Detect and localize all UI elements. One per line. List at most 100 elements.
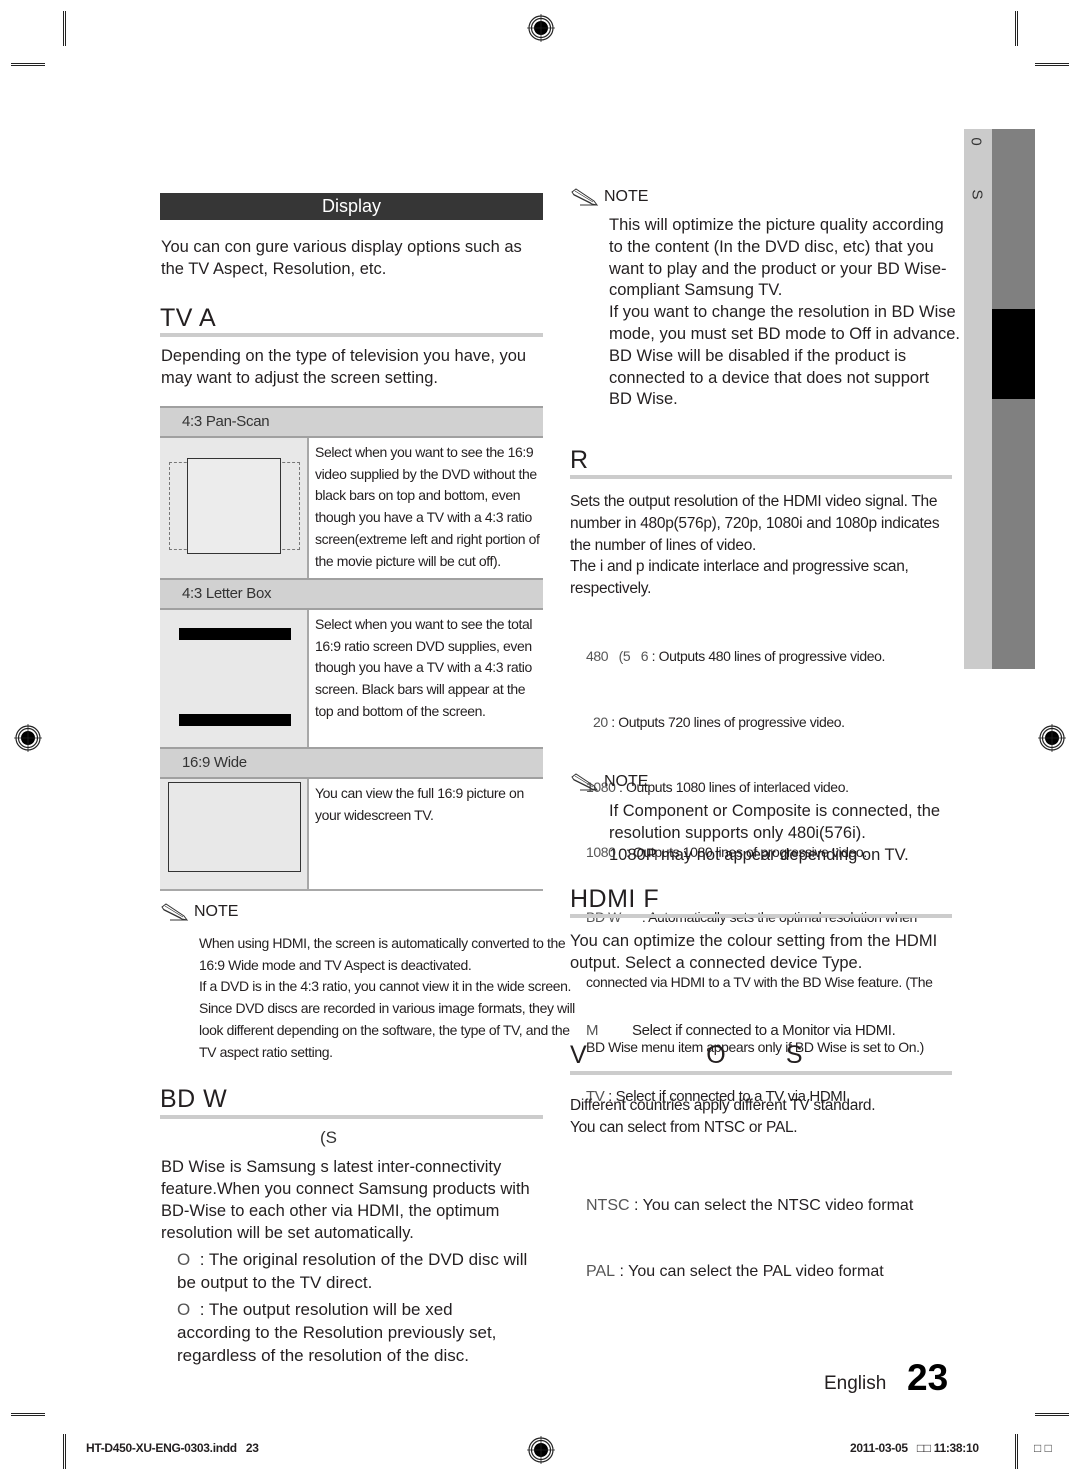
footer-timestamp: 2011-03-05 □□ 11:38:10 (850, 1441, 979, 1455)
resolution-option: 20 : Outputs 720 lines of progressive vi… (586, 712, 986, 734)
option-text: : You can select the NTSC video format (629, 1197, 914, 1214)
pencil-note-icon (571, 773, 599, 791)
page-language: English (824, 1373, 887, 1394)
text-line: resolution supports only 480i(576i). (609, 824, 866, 842)
crop-mark (11, 1413, 45, 1416)
text-line: black bars on top and bottom, even (315, 487, 521, 504)
note-label: NOTE (604, 773, 649, 790)
note-label: NOTE (194, 903, 239, 920)
registration-mark-icon (1038, 724, 1066, 752)
video-output-option: PAL : You can select the PAL video forma… (586, 1261, 986, 1283)
option-label-wide: 16:9 Wide (160, 747, 543, 779)
text-line: 16:9 ratio screen DVD supplies, even (315, 637, 532, 654)
text-line: 1080P may not appear depending on TV. (609, 846, 909, 864)
text-line: Different countries apply different TV s… (570, 1097, 876, 1114)
registration-mark-icon (14, 724, 42, 752)
option-text: : Outputs 720 lines of progressive video… (607, 713, 845, 730)
table-row: Select when you want to see the 16:9 vid… (160, 438, 543, 578)
text-line: video supplied by the DVD without the (315, 465, 537, 482)
text-line: You can con gure various display options… (161, 238, 522, 256)
text-line: number in 480p(576p), 720p, 1080i and 10… (570, 514, 940, 532)
note-text: This will optimize the picture quality a… (609, 215, 989, 411)
option-term: PAL (586, 1263, 616, 1280)
crop-mark (1035, 63, 1069, 66)
note-header: NOTE (570, 188, 648, 206)
heading-rule (570, 914, 952, 918)
crop-mark (1035, 1413, 1069, 1416)
text-line: BD Wise will be disabled if the product … (609, 346, 907, 365)
registration-mark-icon (527, 1436, 555, 1464)
option-term: O (177, 1300, 191, 1319)
letter-box-icon (160, 610, 309, 747)
resolution-option: 480 (5 6 : Outputs 480 lines of progress… (586, 646, 986, 668)
heading-rule (570, 475, 952, 479)
video-output-description: Different countries apply different TV s… (570, 1095, 970, 1139)
heading-rule (160, 333, 543, 337)
section-title: Display (160, 193, 543, 220)
option-term: M (586, 1022, 633, 1040)
option-term: 20 (586, 713, 608, 730)
note-header: NOTE (160, 903, 238, 921)
text-line: Since DVD discs are recorded in various … (199, 1000, 575, 1017)
text-line: When using HDMI, the screen is automatic… (199, 935, 566, 951)
text-line: top and bottom of the screen. (315, 702, 486, 719)
text-line: Select when you want to see the total (315, 616, 533, 632)
bd-wise-description: BD Wise is Samsung s latest inter-connec… (161, 1156, 571, 1244)
text-line: output. Select a connected device Type. (570, 954, 863, 972)
text-line: screen(extreme left and right portion of (315, 530, 540, 547)
text-line: If a DVD is in the 4:3 ratio, you cannot… (199, 978, 571, 995)
option-term: NTSC (586, 1197, 630, 1214)
text-line: look different depending on the software… (199, 1021, 570, 1038)
text-line: the number of lines of video. (570, 536, 757, 554)
bd-wise-option: O : The output resolution will be xed ac… (177, 1298, 577, 1367)
video-output-option: NTSC : You can select the NTSC video for… (586, 1195, 986, 1217)
text-line: BD-Wise to each other via HDMI, the opti… (161, 1202, 500, 1220)
text-line: BD Wise. (609, 390, 678, 409)
registration-mark-icon (527, 14, 555, 42)
text-line: the TV Aspect, Resolution, etc. (161, 260, 387, 278)
text-line: feature.When you connect Samsung product… (161, 1180, 530, 1198)
text-line: You can select from NTSC or PAL. (570, 1119, 798, 1136)
heading-rule (160, 1115, 543, 1119)
heading-bd-wise: BD W (160, 1085, 228, 1113)
wide-screen-icon (160, 779, 309, 889)
option-term: 480 (5 6 (586, 648, 649, 665)
text-line: If you want to change the resolution in … (609, 303, 956, 322)
option-text: : Outputs 1080 lines of interlaced video… (615, 778, 849, 795)
option-text: : Outputs 480 lines of progressive video… (648, 648, 886, 665)
text-line: screen. Black bars will appear at the (315, 681, 526, 698)
text-line: may want to adjust the screen setting. (161, 369, 438, 387)
text-line: though you have a TV with a 4:3 ratio (315, 509, 532, 526)
resolution-description: Sets the output resolution of the HDMI v… (570, 491, 970, 600)
note-label: NOTE (604, 188, 649, 205)
option-label-pan-scan: 4:3 Pan-Scan (160, 406, 543, 438)
tv-aspect-description: Depending on the type of television you … (161, 345, 571, 389)
footer-filename: HT-D450-XU-ENG-0303.indd 23 (86, 1441, 259, 1455)
note-text: When using HDMI, the screen is automatic… (199, 933, 579, 1063)
table-row: You can view the full 16:9 picture on yo… (160, 779, 543, 891)
text-line: resolution will be set automatically. (161, 1224, 414, 1242)
side-tab-label: S (968, 189, 986, 200)
text-line: regardless of the resolution of the disc… (177, 1346, 469, 1365)
pan-scan-icon (160, 438, 309, 578)
video-output-options: NTSC : You can select the NTSC video for… (586, 1151, 986, 1305)
option-text: Select if connected to a Monitor via HDM… (632, 1022, 896, 1040)
hdmi-format-option: M Select if connected to a Monitor via H… (586, 1020, 986, 1042)
text-line: Select when you want to see the 16:9 (315, 444, 534, 460)
text-line: : The original resolution of the DVD dis… (199, 1250, 528, 1269)
text-line: according to the Resolution previously s… (177, 1323, 497, 1342)
bd-wise-subheading: (S (320, 1128, 337, 1147)
note-text: If Component or Composite is connected, … (609, 800, 989, 866)
text-line: be output to the TV direct. (177, 1273, 373, 1292)
heading-rule (570, 1071, 952, 1075)
text-line: mode, you must set BD mode to Off in adv… (609, 324, 960, 343)
text-line: to the content (In the DVD disc, etc) th… (609, 237, 934, 256)
heading-tv-aspect: TV A (160, 304, 217, 332)
hdmi-format-description: You can optimize the colour setting from… (570, 930, 980, 974)
text-line: Sets the output resolution of the HDMI v… (570, 493, 938, 510)
text-line: The i and p indicate interlace and progr… (570, 558, 909, 576)
text-line: You can optimize the colour setting from… (570, 932, 938, 950)
text-line: respectively. (570, 580, 652, 598)
intro-text: You can con gure various display options… (161, 236, 571, 280)
text-line: This will optimize the picture quality a… (609, 216, 944, 234)
